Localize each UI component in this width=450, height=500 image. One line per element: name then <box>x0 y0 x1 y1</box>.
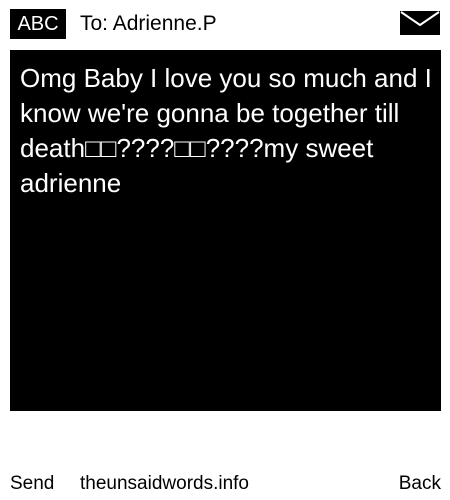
site-label: theunsaidwords.info <box>80 473 249 494</box>
input-mode-badge[interactable]: ABC <box>10 9 66 39</box>
compose-header: ABC To: Adrienne.P <box>0 0 450 46</box>
message-body-area[interactable]: Omg Baby I love you so much and I know w… <box>10 50 441 411</box>
back-softkey[interactable]: Back <box>399 470 441 498</box>
envelope-icon <box>400 11 440 35</box>
send-softkey[interactable]: Send <box>10 470 54 498</box>
recipient-field[interactable]: To: Adrienne.P <box>80 9 217 39</box>
softkey-bar: Send theunsaidwords.info Back <box>0 470 450 498</box>
message-text[interactable]: Omg Baby I love you so much and I know w… <box>20 61 434 201</box>
